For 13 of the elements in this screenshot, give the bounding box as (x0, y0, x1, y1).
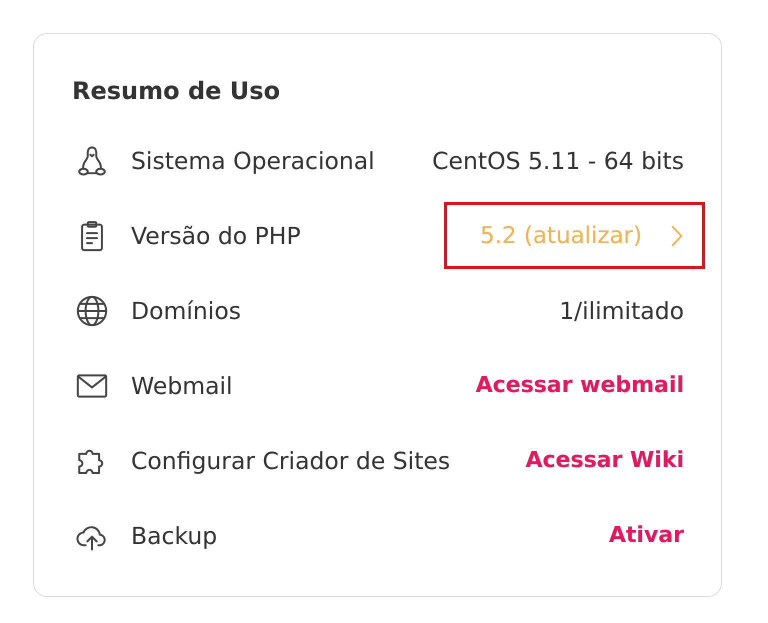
row-value: 1/ilimitado (559, 296, 684, 324)
row-label: Versão do PHP (131, 222, 301, 250)
row-label: Backup (131, 522, 218, 550)
action-link[interactable]: Ativar (608, 523, 684, 548)
row-value: CentOS 5.11 - 64 bits (432, 146, 684, 174)
chevron-right-icon (670, 224, 684, 246)
action-link[interactable]: Acessar webmail (476, 373, 684, 398)
card-title: Resumo de Uso (72, 76, 282, 106)
row-label: Configurar Criador de Sites (131, 446, 450, 474)
action-link[interactable]: Acessar Wiki (525, 448, 684, 473)
row-label: Webmail (131, 372, 233, 400)
row-label: Domínios (131, 296, 241, 324)
row-label: Sistema Operacional (131, 146, 375, 174)
